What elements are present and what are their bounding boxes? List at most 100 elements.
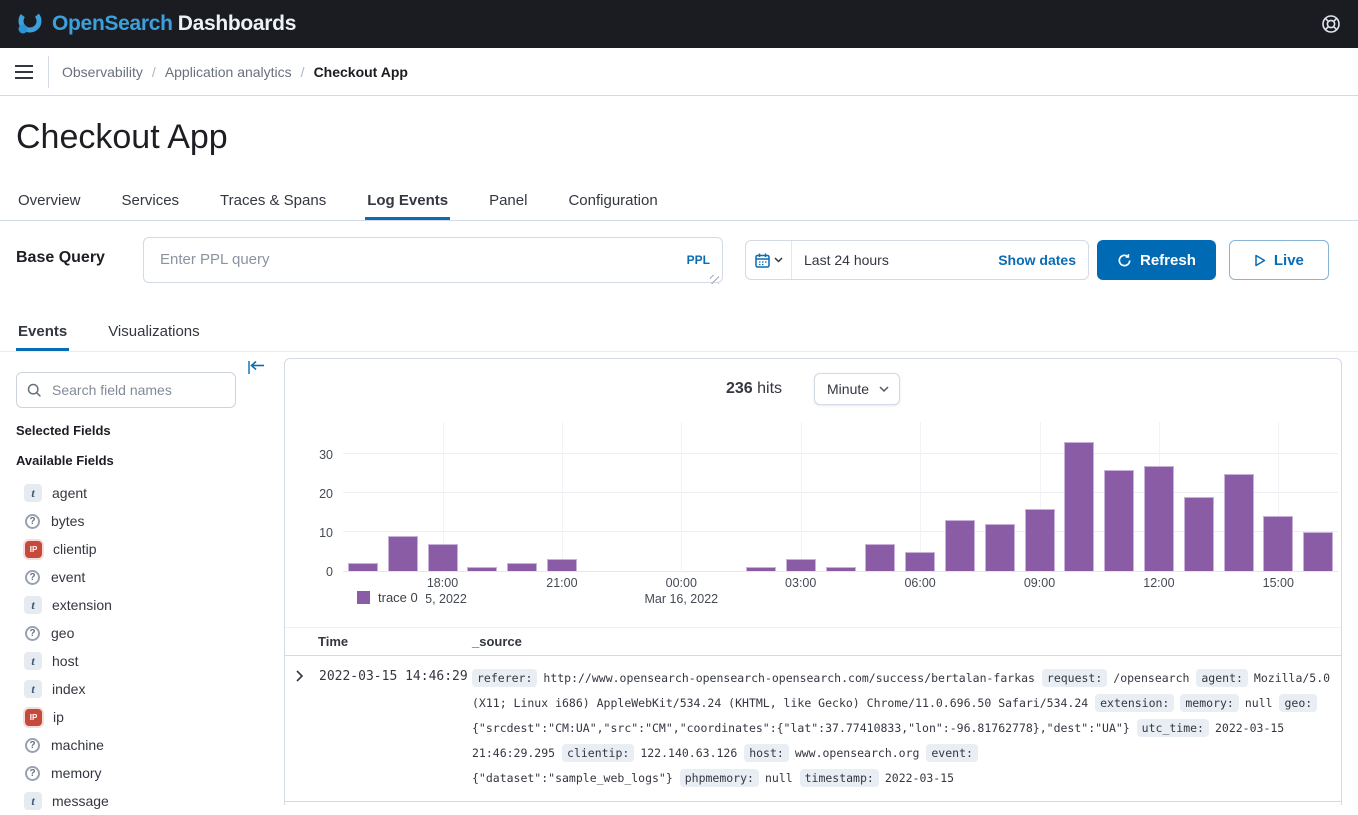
field-label: index [52, 681, 85, 697]
chart-bar [786, 559, 816, 571]
field-key-badge: referer: [472, 669, 537, 687]
y-axis-label: 10 [299, 526, 333, 540]
tab-configuration[interactable]: Configuration [566, 182, 659, 220]
query-bar: Base Query PPL Last 24 hours Show dates [0, 221, 1358, 288]
column-source: _source [472, 634, 522, 649]
interval-select[interactable]: Minute [814, 373, 900, 405]
x-axis-label: 18:00 [427, 576, 458, 590]
collapse-sidebar-icon[interactable] [248, 360, 268, 380]
y-axis-label: 0 [299, 565, 333, 579]
field-label: machine [51, 737, 104, 753]
field-key-badge: request: [1042, 669, 1107, 687]
field-key-badge: agent: [1196, 669, 1248, 687]
x-axis-label: 03:00 [785, 576, 816, 590]
y-axis-label: 20 [299, 487, 333, 501]
hit-count: 236 hits [726, 380, 782, 398]
bar-chart[interactable]: trace 0 010203018:0015, 202221:0000:00Ma… [343, 422, 1338, 572]
legend-trace-0[interactable]: trace 0 [357, 590, 426, 605]
chart-bar [1263, 516, 1293, 571]
tab-visualizations[interactable]: Visualizations [106, 314, 201, 351]
field-item-machine[interactable]: ?machine [16, 731, 236, 759]
menu-icon[interactable] [0, 48, 48, 96]
events-panel: 236 hits Minute trace 0 010203018:0015, … [284, 358, 1342, 805]
expand-row-button[interactable] [285, 666, 319, 801]
breadcrumb-bar: Observability / Application analytics / … [0, 48, 1358, 96]
log-source: referer:http://www.opensearch-opensearch… [472, 666, 1341, 801]
field-label: host [52, 653, 78, 669]
field-key-badge: memory: [1180, 694, 1238, 712]
unknown-type-icon: ? [25, 570, 40, 585]
field-item-index[interactable]: tindex [16, 675, 236, 703]
tab-overview[interactable]: Overview [16, 182, 83, 220]
breadcrumb: Observability / Application analytics / … [49, 64, 408, 80]
breadcrumb-observability[interactable]: Observability [62, 64, 143, 80]
field-item-clientip[interactable]: IPclientip [16, 535, 236, 563]
field-item-geo[interactable]: ? geo [16, 619, 236, 647]
field-key-badge: event: [926, 744, 978, 762]
field-item-agent[interactable]: tagent [16, 479, 236, 507]
tab-traces-spans[interactable]: Traces & Spans [218, 182, 328, 220]
quick-select-menu-button[interactable] [746, 241, 792, 279]
ppl-language-badge: PPL [687, 253, 710, 267]
log-table-header: Time _source [285, 627, 1341, 656]
log-row-partial[interactable] [285, 802, 1341, 805]
field-key-badge: utc_time: [1137, 719, 1209, 737]
field-label: geo [51, 625, 74, 641]
field-item-message[interactable]: t message [16, 787, 236, 815]
x-axis-label: 12:00 [1143, 576, 1174, 590]
chart-bar [945, 520, 975, 571]
chevron-down-icon [774, 257, 783, 263]
x-axis-label: 09:00 [1024, 576, 1055, 590]
gridline [801, 422, 802, 572]
time-range-picker: Last 24 hours Show dates [745, 240, 1089, 280]
gridline [562, 422, 563, 572]
chart-bar [388, 536, 418, 571]
ppl-query-input[interactable] [143, 237, 723, 283]
gridline [681, 422, 682, 572]
field-label: message [52, 793, 109, 809]
time-range-value[interactable]: Last 24 hours [792, 252, 998, 268]
app-tabs: Overview Services Traces & Spans Log Eve… [0, 182, 1358, 221]
chart-bar [1224, 474, 1254, 572]
breadcrumb-application-analytics[interactable]: Application analytics [165, 64, 292, 80]
play-icon [1254, 254, 1266, 267]
unknown-type-icon: ? [25, 626, 40, 641]
field-label: agent [52, 485, 87, 501]
calendar-icon [755, 253, 770, 268]
chart-bar [1303, 532, 1333, 571]
tab-panel[interactable]: Panel [487, 182, 529, 220]
breadcrumb-current: Checkout App [314, 64, 408, 80]
top-header: OpenSearchDashboards [0, 0, 1358, 48]
log-table-body: 2022-03-15 14:46:29referer:http://www.op… [285, 656, 1341, 802]
textarea-resize-handle[interactable] [710, 275, 719, 284]
refresh-button[interactable]: Refresh [1097, 240, 1216, 280]
field-label: event [51, 569, 85, 585]
tab-services[interactable]: Services [120, 182, 182, 220]
gridline [920, 422, 921, 572]
tab-log-events[interactable]: Log Events [365, 182, 450, 220]
x-axis-label: 15:00 [1263, 576, 1294, 590]
field-label: clientip [53, 541, 97, 557]
chart-bar [746, 567, 776, 571]
field-item-host[interactable]: thost [16, 647, 236, 675]
field-item-bytes[interactable]: ?bytes [16, 507, 236, 535]
help-icon[interactable] [1320, 13, 1342, 35]
show-dates-link[interactable]: Show dates [998, 252, 1088, 268]
chart-bar [1184, 497, 1214, 571]
breadcrumb-separator: / [301, 64, 305, 80]
column-time: Time [318, 634, 472, 649]
field-item-event[interactable]: ? event [16, 563, 236, 591]
string-type-icon: t [24, 792, 42, 810]
tab-events[interactable]: Events [16, 314, 69, 351]
x-axis-label: 00:00 [666, 576, 697, 590]
chart-bar [1104, 470, 1134, 571]
field-item-extension[interactable]: textension [16, 591, 236, 619]
live-button[interactable]: Live [1229, 240, 1329, 280]
field-item-ip[interactable]: IPip [16, 703, 236, 731]
field-search-input[interactable] [50, 381, 225, 399]
available-fields-list: tagent?bytesIPclientip?eventtextension?g… [16, 479, 236, 815]
search-icon [27, 383, 42, 398]
field-label: extension [52, 597, 112, 613]
opensearch-logo[interactable]: OpenSearchDashboards [16, 8, 296, 41]
field-item-memory[interactable]: ?memory [16, 759, 236, 787]
